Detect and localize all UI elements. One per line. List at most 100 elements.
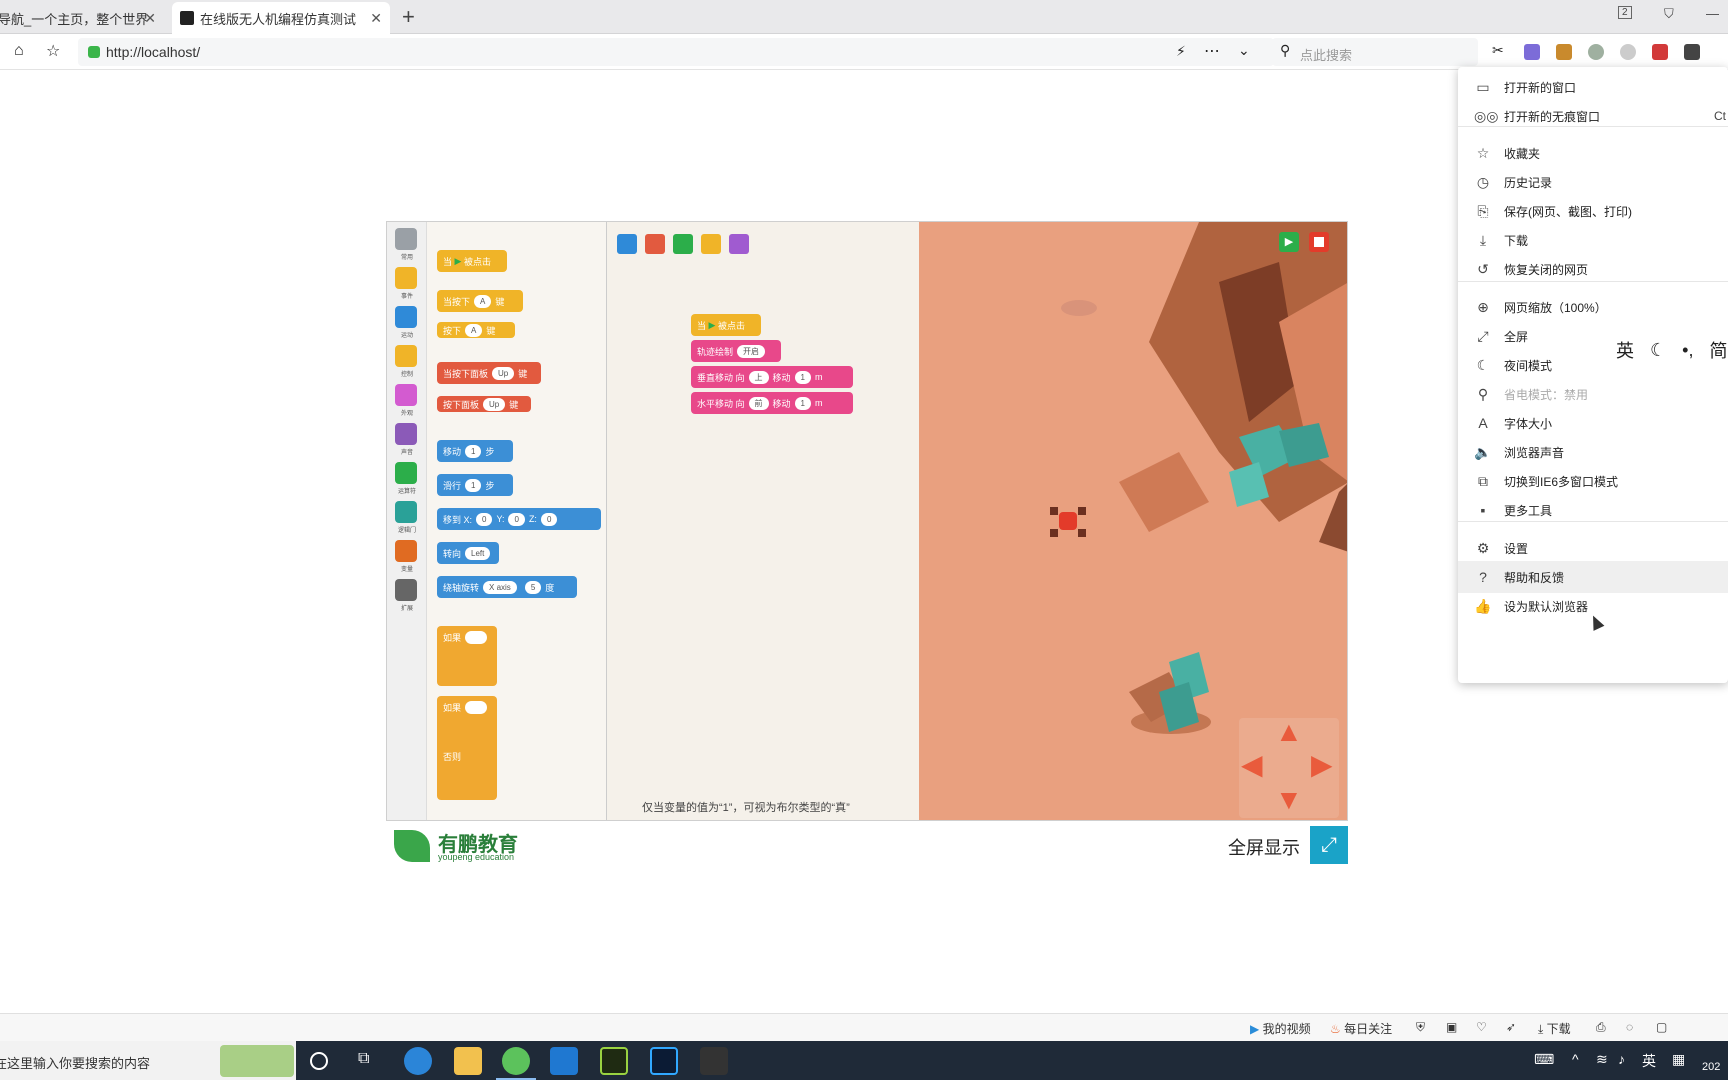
tab-counter-badge[interactable]: 2 <box>1618 6 1632 19</box>
ws-block-horizontal-move[interactable]: 水平移动 向前移动 1 m <box>691 392 853 414</box>
refresh-tool-button[interactable] <box>673 234 693 254</box>
block-if[interactable]: 如果 <box>437 626 497 686</box>
ws-block-when-flag-clicked[interactable]: 当 ▶ 被点击 <box>691 314 761 336</box>
drone[interactable] <box>1059 512 1077 530</box>
task-view-icon[interactable]: ⧉ <box>358 1050 369 1068</box>
block-when-key-pressed[interactable]: 当按下 A 键 <box>437 290 523 312</box>
category-3-icon[interactable] <box>395 345 417 367</box>
tab-navigation[interactable]: 导航_一个主页，整个世界 ✕ <box>0 2 164 34</box>
menu-item-3[interactable]: ◷ 历史记录 <box>1458 166 1728 198</box>
browser-app-icon[interactable] <box>502 1047 530 1075</box>
menu-item-11[interactable]: A 字体大小 <box>1458 407 1728 439</box>
category-2-icon[interactable] <box>395 306 417 328</box>
tab-drone-sim[interactable]: 在线版无人机编程仿真测试 ✕ <box>172 2 390 34</box>
dreamweaver-icon[interactable] <box>600 1047 628 1075</box>
extension-icon[interactable] <box>1524 44 1540 60</box>
ime-mode[interactable]: 简 <box>1709 337 1727 363</box>
taskbar-ime-lang[interactable]: 英 <box>1642 1051 1656 1071</box>
image-icon[interactable]: ▣ <box>1446 1020 1457 1034</box>
edge-icon[interactable] <box>404 1047 432 1075</box>
block-panel-key[interactable]: 按下面板 Up 键 <box>437 396 531 412</box>
ime-lang[interactable]: 英 <box>1616 337 1634 363</box>
chevron-down-icon[interactable]: ⌄ <box>1238 42 1250 59</box>
menu-item-1[interactable]: ◎◎ 打开新的无痕窗口 Ct <box>1458 100 1728 132</box>
extension-icon[interactable] <box>1620 44 1636 60</box>
block-glide-steps[interactable]: 滑行 1 步 <box>437 474 513 496</box>
block-turn[interactable]: 转向 Left <box>437 542 499 564</box>
menu-item-2[interactable]: ☆ 收藏夹 <box>1458 137 1728 169</box>
clock[interactable]: 202 <box>1702 1061 1720 1073</box>
home-icon[interactable]: ⌂ <box>14 42 24 60</box>
menu-item-15[interactable]: ⚙ 设置 <box>1458 532 1728 564</box>
daily-link[interactable]: ♨ 每日关注 <box>1330 1020 1392 1037</box>
category-7-icon[interactable] <box>395 501 417 523</box>
shield-icon[interactable]: ⛨ <box>1416 1020 1425 1035</box>
new-tab-button[interactable]: + <box>402 4 415 30</box>
block-when-panel-key[interactable]: 当按下面板 Up 键 <box>437 362 541 384</box>
menu-item-6[interactable]: ↺ 恢复关闭的网页 <box>1458 253 1728 285</box>
close-icon[interactable]: ✕ <box>370 10 382 27</box>
menu-item-16[interactable]: ? 帮助和反馈 <box>1458 561 1728 593</box>
volume-icon[interactable]: ♪ <box>1618 1051 1625 1067</box>
ws-block-vertical-move[interactable]: 垂直移动 向上移动 1 m <box>691 366 853 388</box>
category-4-icon[interactable] <box>395 384 417 406</box>
search-input[interactable]: ⚲ 点此搜索 <box>1272 38 1478 66</box>
rocket-icon[interactable]: ➶ <box>1506 1020 1516 1034</box>
delete-tool-button[interactable] <box>645 234 665 254</box>
file-explorer-icon[interactable] <box>454 1047 482 1075</box>
camera-app-icon[interactable] <box>700 1047 728 1075</box>
keyboard-icon[interactable]: ⌨ <box>1534 1051 1554 1068</box>
arrow-up-icon[interactable]: ▲ <box>1275 716 1303 748</box>
url-field[interactable]: http://localhost/ ⚡ ⋯ ⌄ <box>78 38 1274 66</box>
menu-item-7[interactable]: ⊕ 网页缩放（100%） <box>1458 291 1728 323</box>
p-app-icon[interactable] <box>550 1047 578 1075</box>
photoshop-icon[interactable] <box>650 1047 678 1075</box>
fullscreen-button[interactable]: ⤢ <box>1310 826 1348 864</box>
calendar-icon[interactable]: ▦ <box>1672 1051 1685 1068</box>
lightning-icon[interactable]: ⚡ <box>1176 43 1186 60</box>
arrow-right-icon[interactable]: ▶ <box>1311 748 1333 781</box>
download-link[interactable]: ⤓ 下载 <box>1538 1020 1571 1037</box>
extension-icon[interactable] <box>1588 44 1604 60</box>
category-0-icon[interactable] <box>395 228 417 250</box>
direction-pad[interactable]: ▲ ▼ ◀ ▶ <box>1239 716 1339 818</box>
window-icon[interactable]: ▢ <box>1656 1020 1667 1034</box>
apps-grid-icon[interactable] <box>1684 44 1700 60</box>
block-rotate-axis[interactable]: 绕轴旋转 X axis 5 度 <box>437 576 577 598</box>
shirt-skin-icon[interactable]: ⛉ <box>1664 6 1674 22</box>
ime-toolbar[interactable]: 英 ☾ •, 简 <box>1600 336 1728 364</box>
menu-item-0[interactable]: ▭ 打开新的窗口 <box>1458 71 1728 103</box>
ws-block-trace-draw[interactable]: 轨迹绘制 开启 <box>691 340 781 362</box>
category-1-icon[interactable] <box>395 267 417 289</box>
video-link[interactable]: ▶ 我的视频 <box>1250 1020 1311 1037</box>
play-button[interactable]: ▶ <box>1279 232 1299 252</box>
block-key-pressed[interactable]: 按下 A 键 <box>437 322 515 338</box>
moon-icon[interactable]: ☾ <box>1650 340 1666 361</box>
ime-punct[interactable]: •, <box>1682 340 1693 361</box>
menu-tool-button[interactable] <box>729 234 749 254</box>
menu-item-5[interactable]: ⤓ 下载 <box>1458 224 1728 256</box>
extension-icon[interactable] <box>1652 44 1668 60</box>
code-workspace[interactable]: 当 ▶ 被点击 轨迹绘制 开启 垂直移动 向上移动 1 m 水平移动 向前移动 1 m 仅… <box>607 222 919 820</box>
minimize-icon[interactable]: — <box>1706 6 1719 21</box>
menu-item-12[interactable]: 🔈 浏览器声音 <box>1458 436 1728 468</box>
menu-item-4[interactable]: ⎘ 保存(网页、截图、打印) <box>1458 195 1728 227</box>
menu-item-13[interactable]: ⧉ 切换到IE6多窗口模式 <box>1458 465 1728 497</box>
menu-item-14[interactable]: ▪ 更多工具 <box>1458 494 1728 526</box>
category-5-icon[interactable] <box>395 423 417 445</box>
category-8-icon[interactable] <box>395 540 417 562</box>
simulation-viewport[interactable]: ▶ ▲ ▼ ◀ ▶ <box>919 222 1347 820</box>
block-move-to-xyz[interactable]: 移到 X: 0 Y: 0 Z: 0 <box>437 508 601 530</box>
arrow-down-icon[interactable]: ▼ <box>1275 784 1303 816</box>
stop-button[interactable] <box>1309 232 1329 252</box>
favorites-star-icon[interactable]: ☆ <box>46 41 60 61</box>
category-9-icon[interactable] <box>395 579 417 601</box>
block-move-steps[interactable]: 移动 1 步 <box>437 440 513 462</box>
block-if-else[interactable]: 如果 <box>437 696 497 800</box>
block-when-flag-clicked[interactable]: 当 ▶ 被点击 <box>437 250 507 272</box>
heart-icon[interactable]: ♡ <box>1476 1020 1487 1034</box>
chat-icon[interactable]: ◌ <box>1626 1020 1633 1034</box>
taskbar-search-input[interactable]: 在这里输入你要搜索的内容 <box>0 1041 296 1080</box>
chevron-up-icon[interactable]: ^ <box>1572 1051 1579 1067</box>
arrow-left-icon[interactable]: ◀ <box>1241 748 1263 781</box>
